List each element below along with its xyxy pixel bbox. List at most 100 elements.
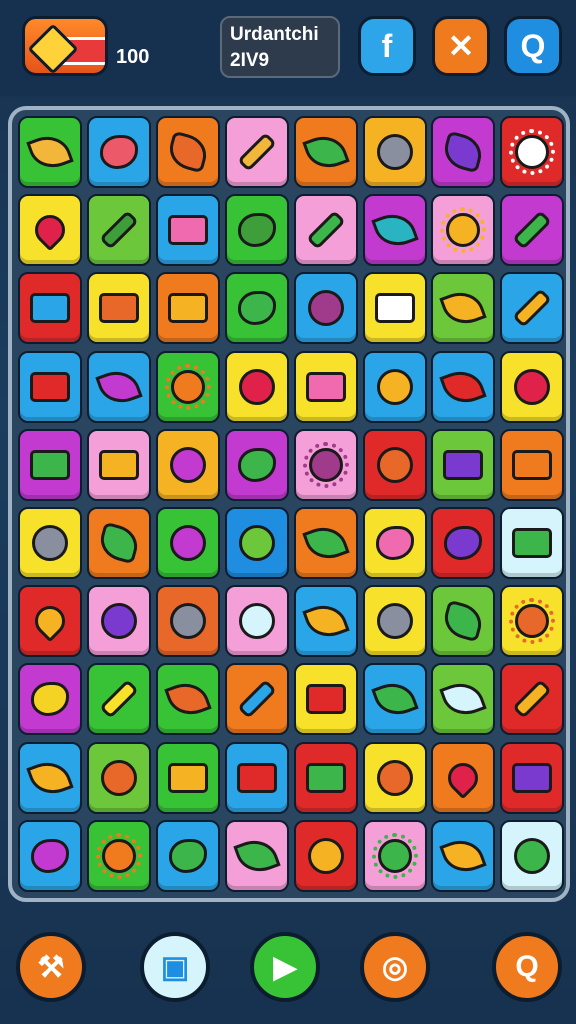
tile[interactable]: [155, 819, 220, 892]
bean-icon: [375, 526, 414, 560]
tile[interactable]: [431, 272, 496, 345]
tile[interactable]: [155, 585, 220, 658]
hint-button[interactable]: Q: [492, 932, 562, 1002]
tile[interactable]: [224, 507, 289, 579]
tile[interactable]: [500, 507, 565, 579]
tile[interactable]: [18, 585, 82, 658]
tile[interactable]: [500, 428, 565, 501]
tile[interactable]: [86, 194, 151, 267]
tile[interactable]: [293, 272, 358, 345]
leaf-icon: [26, 755, 74, 801]
share-button[interactable]: f: [358, 16, 416, 76]
tile[interactable]: [362, 507, 427, 579]
tile[interactable]: [431, 585, 496, 658]
tile[interactable]: [431, 741, 496, 814]
tile[interactable]: [500, 741, 565, 814]
tile[interactable]: [86, 116, 151, 188]
tile[interactable]: [224, 819, 289, 892]
tile[interactable]: [86, 663, 151, 736]
tile[interactable]: [18, 272, 82, 345]
hammer-button[interactable]: ⚒: [16, 932, 86, 1002]
tile[interactable]: [224, 428, 289, 501]
tile[interactable]: [293, 116, 358, 188]
onion-icon: [307, 290, 344, 327]
tile[interactable]: [431, 507, 496, 579]
tile[interactable]: [293, 585, 358, 658]
tile[interactable]: [18, 350, 82, 423]
tile[interactable]: [362, 741, 427, 814]
tile[interactable]: [155, 428, 220, 501]
tile[interactable]: [293, 350, 358, 423]
tile[interactable]: [362, 428, 427, 501]
target-icon: ◎: [381, 950, 409, 984]
sun-icon: [164, 363, 211, 410]
tile[interactable]: [155, 194, 220, 267]
tile[interactable]: [86, 350, 151, 423]
tile[interactable]: [224, 272, 289, 345]
tile[interactable]: [500, 663, 565, 736]
tile[interactable]: [86, 272, 151, 345]
search-button[interactable]: Q: [504, 16, 562, 76]
tile[interactable]: [500, 585, 565, 658]
tile[interactable]: [293, 819, 358, 892]
tile[interactable]: [224, 663, 289, 736]
tile[interactable]: [224, 741, 289, 814]
gear-icon: [371, 832, 418, 879]
score-badge: [22, 16, 108, 76]
tile[interactable]: [224, 350, 289, 423]
tile[interactable]: [362, 116, 427, 188]
tile[interactable]: [362, 272, 427, 345]
tile[interactable]: [86, 741, 151, 814]
tile[interactable]: [224, 194, 289, 267]
tile[interactable]: [155, 350, 220, 423]
tools-button[interactable]: ✕: [432, 16, 490, 76]
leaf-icon: [439, 833, 488, 879]
tile[interactable]: [18, 819, 82, 892]
tile[interactable]: [155, 116, 220, 188]
tile[interactable]: [18, 741, 82, 814]
tile[interactable]: [293, 741, 358, 814]
tile[interactable]: [86, 819, 151, 892]
tile[interactable]: [431, 116, 496, 188]
tile[interactable]: [293, 663, 358, 736]
tile[interactable]: [155, 663, 220, 736]
tile[interactable]: [18, 194, 82, 267]
tile[interactable]: [86, 507, 151, 579]
tile[interactable]: [293, 194, 358, 267]
tile[interactable]: [362, 663, 427, 736]
starfish-icon: [236, 679, 277, 720]
balloon-icon: [514, 368, 551, 405]
tile[interactable]: [362, 585, 427, 658]
leaf-icon: [370, 676, 419, 722]
target-button[interactable]: ◎: [360, 932, 430, 1002]
tile[interactable]: [500, 116, 565, 188]
tile[interactable]: [224, 585, 289, 658]
tile[interactable]: [18, 507, 82, 579]
tile[interactable]: [500, 350, 565, 423]
frame-button[interactable]: ▣: [140, 932, 210, 1002]
tile[interactable]: [500, 819, 565, 892]
tile[interactable]: [431, 663, 496, 736]
tile[interactable]: [362, 194, 427, 267]
tile[interactable]: [362, 350, 427, 423]
tile[interactable]: [155, 741, 220, 814]
tile[interactable]: [18, 116, 82, 188]
tile[interactable]: [86, 428, 151, 501]
tile[interactable]: [155, 507, 220, 579]
tile[interactable]: [293, 507, 358, 579]
tile[interactable]: [431, 428, 496, 501]
tile[interactable]: [500, 272, 565, 345]
tile[interactable]: [431, 194, 496, 267]
tile[interactable]: [18, 663, 82, 736]
tile[interactable]: [431, 350, 496, 423]
tile[interactable]: [362, 819, 427, 892]
tile[interactable]: [431, 819, 496, 892]
tile[interactable]: [224, 116, 289, 188]
tile[interactable]: [86, 585, 151, 658]
tile[interactable]: [155, 272, 220, 345]
tile[interactable]: [18, 428, 82, 501]
tile[interactable]: [500, 194, 565, 267]
tile[interactable]: [293, 428, 358, 501]
play-button[interactable]: ▶: [250, 932, 320, 1002]
star-icon: [440, 130, 487, 174]
